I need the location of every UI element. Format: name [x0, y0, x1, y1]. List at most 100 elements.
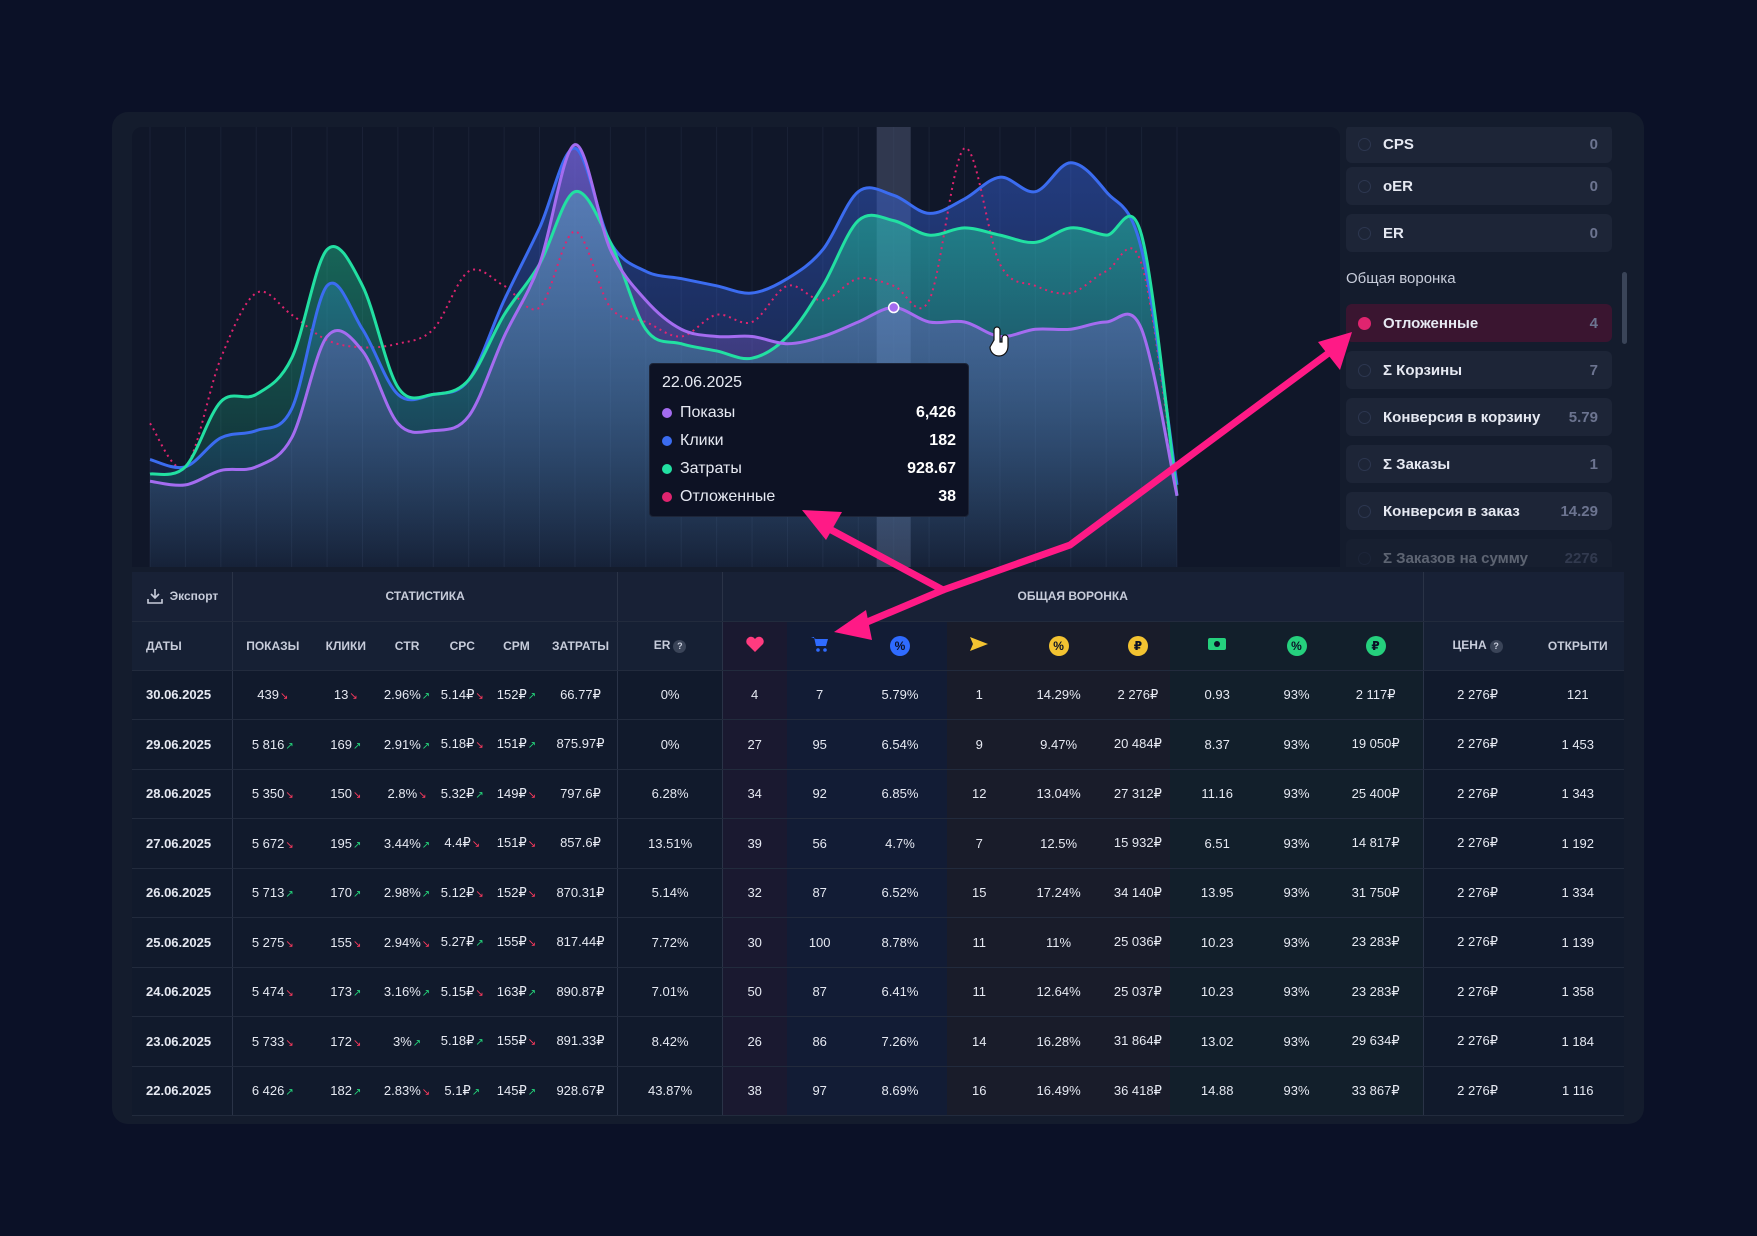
col-cost[interactable]: ЗАТРАТЫ — [543, 621, 619, 671]
cell-value: 26 — [747, 1033, 762, 1049]
cell-f2: 87 — [786, 868, 853, 918]
metric-orders[interactable]: Σ Заказы 1 — [1346, 445, 1612, 483]
col-orders[interactable] — [947, 621, 1012, 671]
table-row[interactable]: 23.06.2025 5 733↘ 172↘ 3%↗ 5.18₽↗ 155₽↘ 891.33… — [132, 1016, 1624, 1067]
cell-value: 5.15₽ — [440, 983, 475, 999]
cell-value: 155₽ — [496, 934, 527, 950]
cell-f1: 39 — [722, 818, 787, 869]
table-row[interactable]: 30.06.2025 439↘ 13↘ 2.96%↗ 5.14₽↘ 152₽↗ 66.77₽… — [132, 670, 1624, 720]
table-row[interactable]: 25.06.2025 5 275↘ 155↘ 2.94%↘ 5.27₽↗ 155₽↘ 817… — [132, 917, 1624, 968]
trend-up-icon: ↗ — [412, 1037, 422, 1049]
col-cart-conversion[interactable]: % — [852, 621, 948, 671]
metric-oer[interactable]: oER 0 — [1346, 167, 1612, 205]
metric-deferred[interactable]: Отложенные 4 — [1346, 304, 1612, 342]
cell-f3: 6.54% — [852, 719, 948, 770]
metric-value: 5.79 — [1568, 408, 1598, 426]
col-carts[interactable] — [786, 621, 853, 671]
cell-f1: 32 — [722, 868, 787, 918]
metric-carts[interactable]: Σ Корзины 7 — [1346, 351, 1612, 389]
cell-f1: 27 — [722, 719, 787, 770]
metric-cps[interactable]: CPS 0 — [1346, 127, 1612, 163]
cell-f6: 25 037₽ — [1105, 967, 1171, 1017]
tooltip-value: 38 — [938, 488, 956, 505]
cell-f9: 23 283₽ — [1328, 967, 1424, 1017]
sidebar-scrollbar[interactable] — [1622, 272, 1627, 344]
cell-value: 23 283₽ — [1351, 983, 1400, 999]
cell-value: 155₽ — [496, 1033, 527, 1049]
cell-value: 16 — [972, 1083, 987, 1099]
table-row[interactable]: 24.06.2025 5 474↘ 173↗ 3.16%↗ 5.15₽↘ 163₽↗ 890… — [132, 967, 1624, 1017]
export-cell[interactable]: Экспорт — [132, 572, 233, 622]
cell-value: 2 276₽ — [1457, 884, 1498, 900]
cell-shows: 5 672↘ — [232, 818, 313, 869]
metric-er[interactable]: ER 0 — [1346, 214, 1612, 252]
col-order-conversion[interactable]: % — [1011, 621, 1106, 671]
col-orders-sum[interactable]: ₽ — [1105, 621, 1171, 671]
cell-f1: 26 — [722, 1016, 787, 1067]
cell-f4: 11 — [947, 967, 1012, 1017]
col-shows[interactable]: ПОКАЗЫ — [232, 621, 313, 671]
cell-value: 16.49% — [1036, 1083, 1081, 1099]
table-row[interactable]: 26.06.2025 5 713↗ 170↗ 2.98%↗ 5.12₽↘ 152₽↘ 870… — [132, 868, 1624, 918]
trend-down-icon: ↘ — [475, 690, 484, 702]
table-row[interactable]: 29.06.2025 5 816↗ 169↗ 2.91%↗ 5.18₽↘ 151₽↗ 875… — [132, 719, 1624, 770]
cell-opens: 1 334 — [1531, 868, 1624, 918]
cell-value: 97 — [812, 1083, 827, 1099]
col-date[interactable]: ДАТЫ — [132, 621, 233, 671]
series-dot-icon — [662, 436, 672, 446]
col-cpc[interactable]: CPC — [435, 621, 490, 671]
table-row[interactable]: 27.06.2025 5 672↘ 195↗ 3.44%↗ 4.4₽↘ 151₽↘ 857.… — [132, 818, 1624, 869]
export-button[interactable]: Экспорт — [132, 587, 231, 605]
cell-value: 0% — [660, 736, 680, 752]
cell-value: 2 276₽ — [1457, 736, 1498, 752]
cell-f8: 93% — [1264, 769, 1329, 819]
table-row[interactable]: 22.06.2025 6 426↗ 182↗ 2.83%↘ 5.1₽↗ 145₽↗ 928.… — [132, 1066, 1624, 1116]
metric-cart-conversion[interactable]: Конверсия в корзину 5.79 — [1346, 398, 1612, 436]
metric-order-conversion[interactable]: Конверсия в заказ 14.29 — [1346, 492, 1612, 530]
cell-value: 5.32₽ — [440, 785, 475, 801]
cell-f2: 100 — [786, 917, 853, 968]
help-icon[interactable]: ? — [1489, 639, 1503, 653]
trend-down-icon: ↘ — [475, 740, 484, 752]
col-er[interactable]: ER? — [617, 621, 723, 671]
cell-value: 25 400₽ — [1351, 785, 1400, 801]
cell-f8: 93% — [1264, 868, 1329, 918]
cell-f4: 14 — [947, 1016, 1012, 1067]
cell-f8: 93% — [1264, 917, 1329, 968]
radio-icon — [1358, 410, 1371, 424]
cell-value: 43.87% — [648, 1083, 693, 1099]
cell-value: 155 — [330, 934, 352, 950]
cell-value: 8.42% — [651, 1033, 689, 1049]
col-buyouts[interactable] — [1170, 621, 1265, 671]
col-opens[interactable]: ОТКРЫТИ — [1531, 621, 1624, 671]
cell-value: 6 426 — [251, 1083, 285, 1099]
cell-cost: 797.6₽ — [543, 769, 619, 819]
col-buyout-percent[interactable]: % — [1264, 621, 1329, 671]
download-icon — [146, 589, 163, 605]
cell-clicks: 173↗ — [312, 967, 379, 1017]
cell-value: 28.06.2025 — [146, 786, 212, 802]
metric-orders-sum[interactable]: Σ Заказов на сумму 2276 — [1346, 539, 1612, 567]
trend-up-icon: ↗ — [421, 889, 431, 901]
col-ctr[interactable]: CTR — [378, 621, 436, 671]
cell-f8: 93% — [1264, 818, 1329, 869]
col-clicks[interactable]: КЛИКИ — [312, 621, 379, 671]
cell-cpc: 5.27₽↗ — [435, 917, 490, 968]
table-row[interactable]: 28.06.2025 5 350↘ 150↘ 2.8%↘ 5.32₽↗ 149₽↘ 797.… — [132, 769, 1624, 819]
col-cpm[interactable]: CPM — [489, 621, 544, 671]
cell-value: 31 864₽ — [1113, 1033, 1162, 1049]
help-icon[interactable]: ? — [673, 639, 687, 653]
tooltip-value: 182 — [929, 432, 956, 449]
tooltip-label: Показы — [680, 404, 736, 421]
cell-f7: 14.88 — [1170, 1066, 1265, 1116]
cell-value: 92 — [812, 786, 827, 802]
trend-up-icon: ↗ — [475, 938, 484, 950]
metric-value: 0 — [1589, 224, 1598, 242]
cell-opens: 1 192 — [1531, 818, 1624, 869]
cell-shows: 5 713↗ — [232, 868, 313, 918]
col-deferred[interactable] — [722, 621, 787, 671]
tooltip-row: Показы 6,426 — [662, 399, 956, 427]
cell-f1: 30 — [722, 917, 787, 968]
col-buyout-sum[interactable]: ₽ — [1328, 621, 1424, 671]
col-price[interactable]: ЦЕНА? — [1423, 621, 1532, 671]
